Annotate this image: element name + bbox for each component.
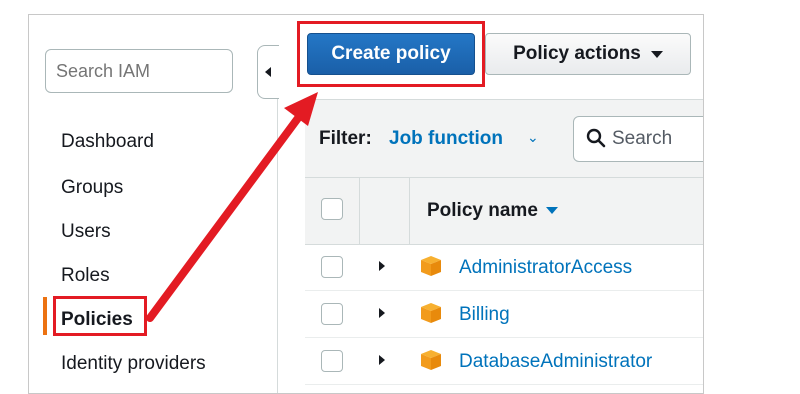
package-icon: [421, 303, 441, 323]
sidebar-item-roles[interactable]: Roles: [61, 265, 110, 287]
table-row: Billing: [305, 291, 703, 338]
sort-caret-icon: [545, 207, 558, 215]
column-header-label: Policy name: [427, 200, 538, 221]
chevron-down-icon[interactable]: ⌄: [527, 129, 539, 146]
row-checkbox[interactable]: [321, 303, 343, 325]
expand-row-icon[interactable]: [379, 355, 385, 365]
row-checkbox[interactable]: [321, 350, 343, 372]
search-icon: [586, 128, 606, 148]
expand-row-icon[interactable]: [379, 308, 385, 318]
policy-link[interactable]: DatabaseAdministrator: [459, 351, 652, 373]
policy-search-input[interactable]: Search: [573, 116, 703, 162]
caret-down-icon: [650, 50, 663, 58]
chevron-left-icon: [265, 67, 271, 77]
policy-link[interactable]: AdministratorAccess: [459, 257, 632, 279]
sidebar-item-groups[interactable]: Groups: [61, 177, 123, 199]
create-policy-button[interactable]: Create policy: [307, 33, 475, 75]
column-header-policy-name[interactable]: Policy name: [427, 200, 558, 222]
policies-highlight-box: [53, 296, 147, 336]
package-icon: [421, 350, 441, 370]
table-header: Policy name: [305, 177, 703, 245]
column-divider: [359, 178, 360, 244]
sidebar-item-users[interactable]: Users: [61, 221, 111, 243]
expand-row-icon[interactable]: [379, 261, 385, 271]
table-row: DatabaseAdministrator: [305, 338, 703, 385]
policy-actions-button[interactable]: Policy actions: [485, 33, 691, 75]
select-all-checkbox[interactable]: [321, 198, 343, 220]
filter-label: Filter:: [319, 128, 372, 149]
sidebar-item-identity-providers[interactable]: Identity providers: [61, 353, 206, 375]
search-iam-input[interactable]: [45, 49, 233, 93]
policy-actions-label: Policy actions: [513, 43, 641, 64]
policy-link[interactable]: Billing: [459, 304, 510, 326]
sidebar-item-dashboard[interactable]: Dashboard: [61, 131, 154, 153]
filter-bar: Filter: Job function ⌄ Search: [305, 99, 703, 178]
table-row: AdministratorAccess: [305, 244, 703, 291]
sidebar-divider: [277, 99, 278, 393]
filter-dropdown[interactable]: Job function: [389, 128, 503, 150]
sidebar: Dashboard Groups Users Roles Policies Id…: [29, 15, 277, 393]
column-divider: [409, 178, 410, 244]
main-content: Create policy Policy actions Filter: Job…: [279, 15, 703, 393]
collapse-sidebar-button[interactable]: [257, 45, 279, 99]
iam-console: Dashboard Groups Users Roles Policies Id…: [28, 14, 704, 394]
search-placeholder: Search: [612, 128, 673, 149]
active-indicator: [43, 297, 47, 335]
package-icon: [421, 256, 441, 276]
row-checkbox[interactable]: [321, 256, 343, 278]
